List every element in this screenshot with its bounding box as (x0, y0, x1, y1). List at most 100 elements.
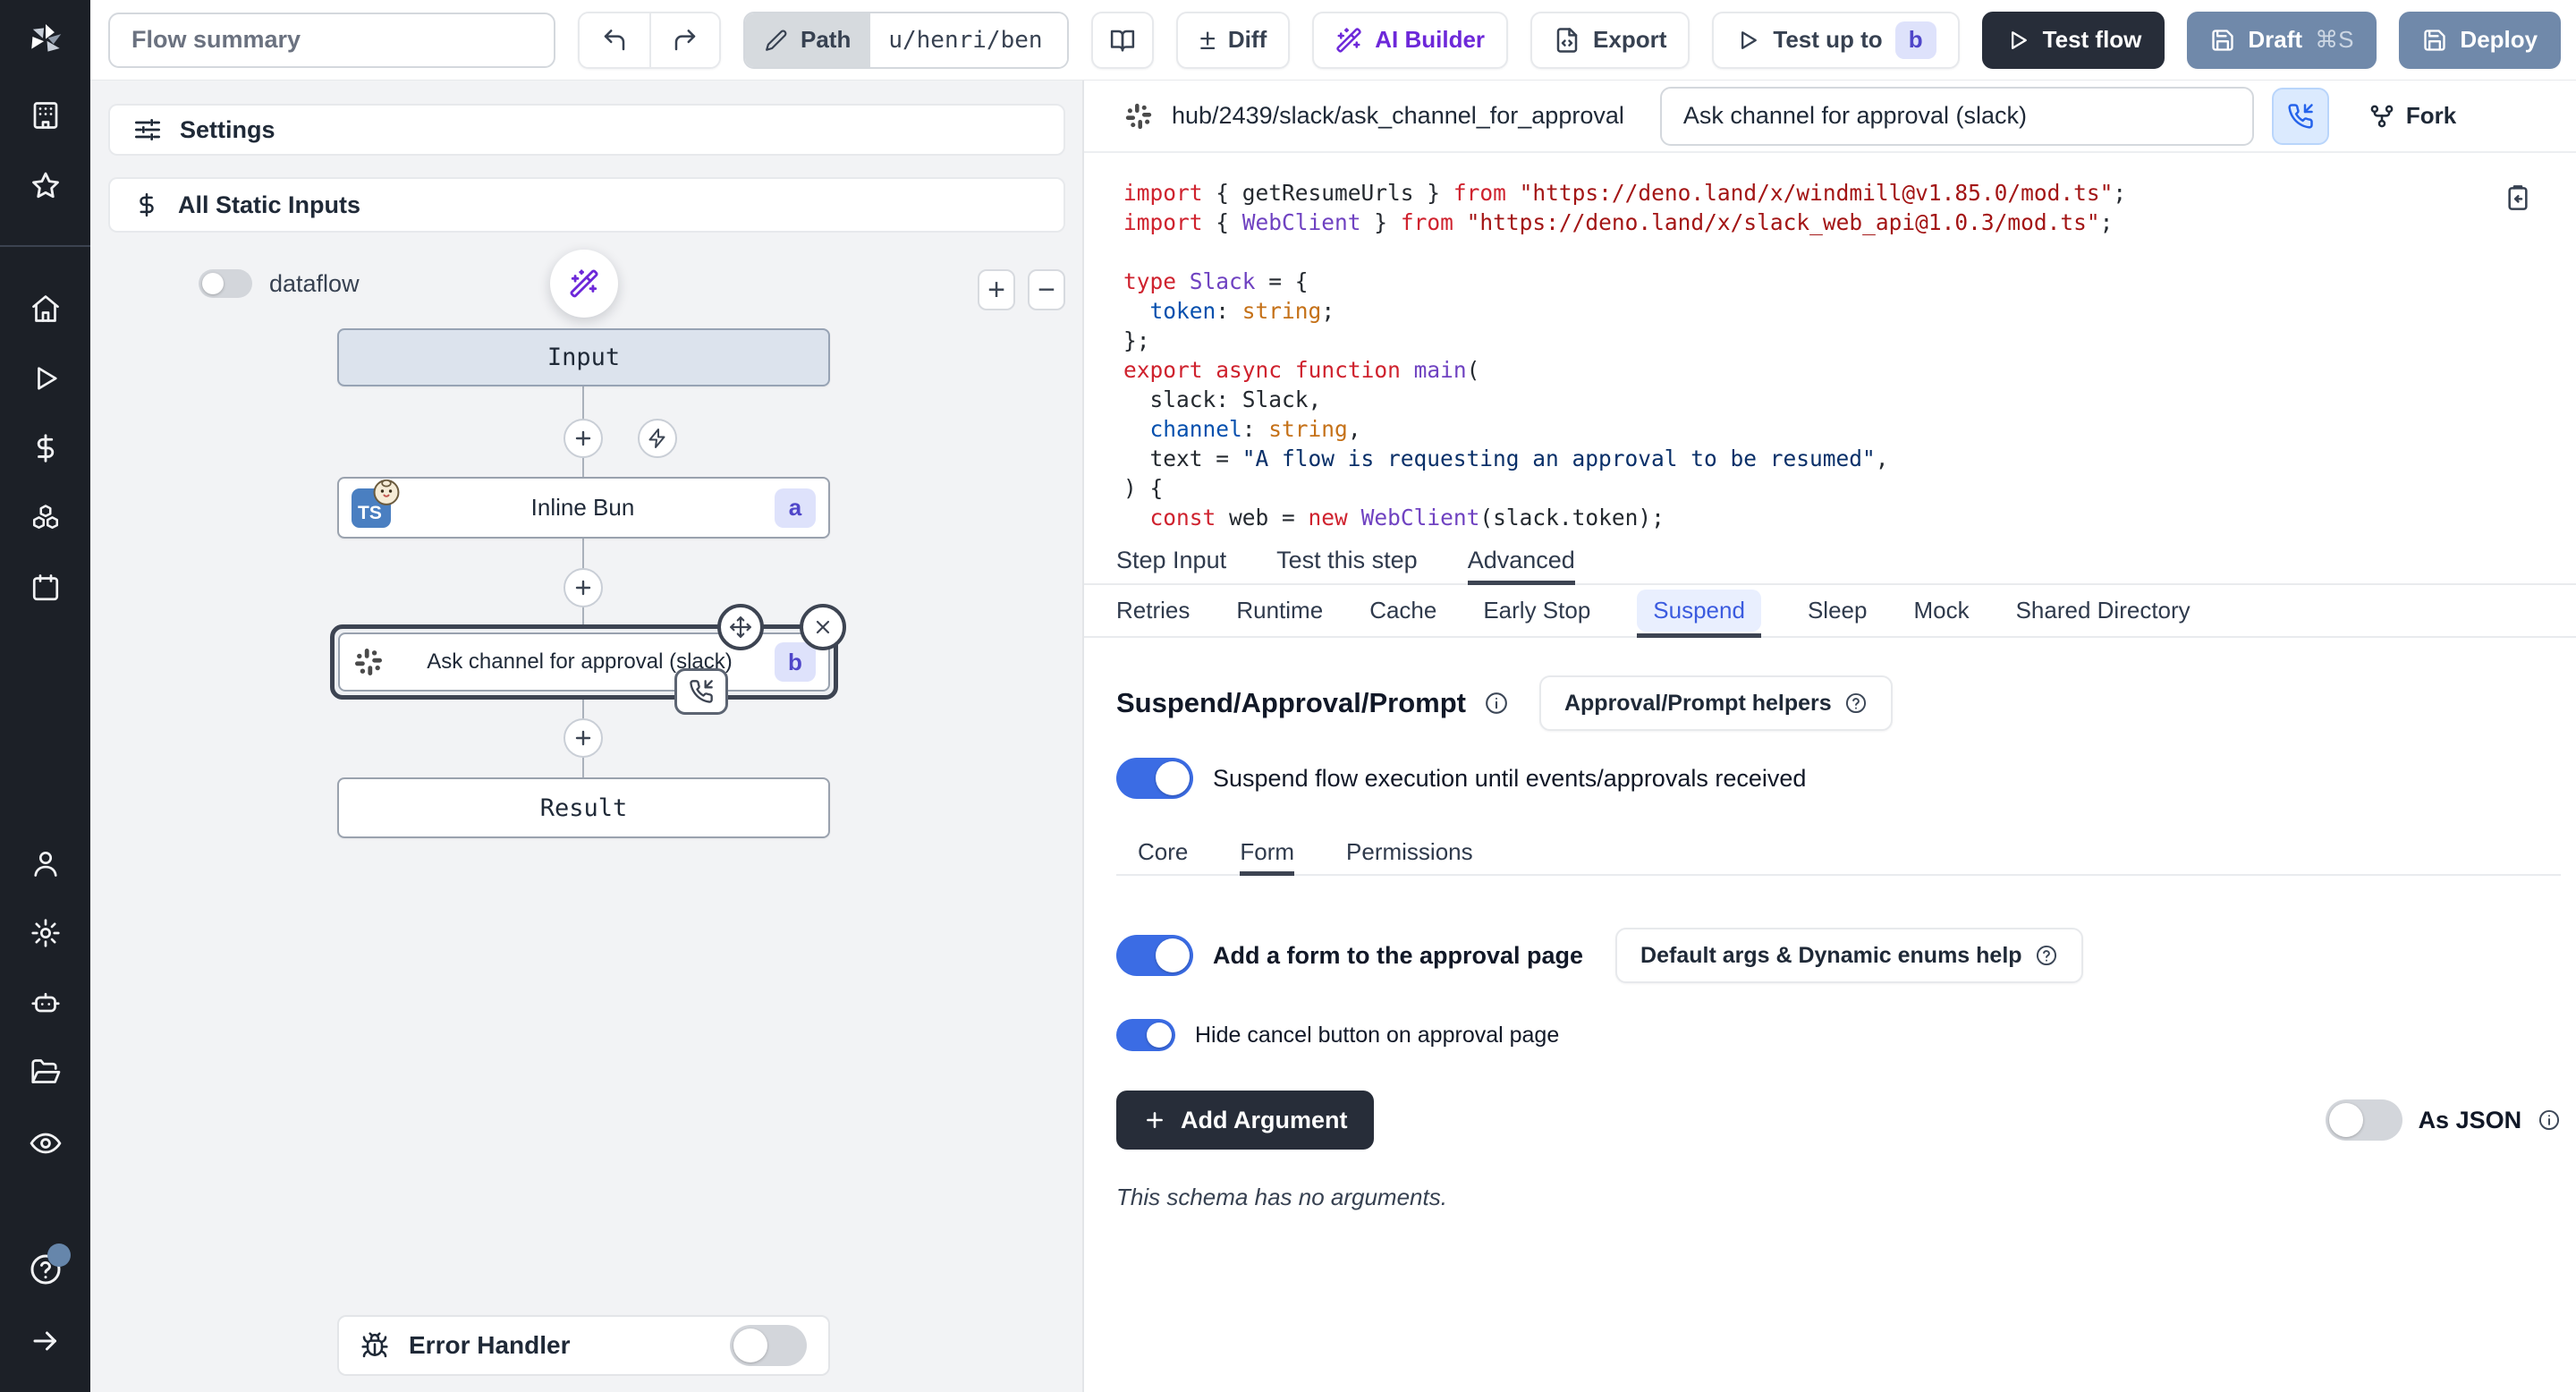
tab-core[interactable]: Core (1138, 829, 1188, 874)
diff-button[interactable]: ± Diff (1176, 12, 1290, 69)
flow-editor-panel: Settings All Static Inputs dataflow + − … (90, 81, 1084, 1392)
ai-flow-fab[interactable] (550, 250, 618, 318)
workers-robot-icon[interactable] (0, 968, 90, 1038)
draft-button[interactable]: Draft ⌘S (2187, 12, 2377, 69)
test-flow-button[interactable]: Test flow (1982, 12, 2165, 69)
export-button[interactable]: Export (1530, 12, 1690, 69)
step-detail-panel: hub/2439/slack/ask_channel_for_approval … (1084, 81, 2576, 1392)
trigger-zap-button[interactable] (638, 419, 677, 458)
left-nav-rail (0, 0, 90, 1392)
add-argument-button[interactable]: Add Argument (1116, 1091, 1374, 1150)
typescript-bun-icon: TS (352, 488, 391, 528)
save-icon (2210, 28, 2235, 53)
code-line: channel: string, (1123, 414, 2491, 444)
suspend-toggle[interactable] (1116, 758, 1193, 799)
runs-play-icon[interactable] (0, 344, 90, 413)
redo-button[interactable] (649, 13, 719, 67)
error-handler-card[interactable]: Error Handler (337, 1315, 830, 1376)
as-json-label: As JSON (2419, 1107, 2522, 1134)
tab-advanced[interactable]: Advanced (1468, 537, 1575, 583)
code-line: import { WebClient } from "https://deno.… (1123, 208, 2491, 237)
folders-icon[interactable] (0, 1038, 90, 1108)
tab-sleep[interactable]: Sleep (1808, 585, 1868, 636)
save-icon (2422, 28, 2447, 53)
close-icon (812, 616, 834, 638)
suspend-phone-badge (674, 668, 728, 715)
help-circle-icon (2035, 944, 2058, 967)
hide-cancel-toggle[interactable] (1116, 1019, 1175, 1051)
zoom-in-button[interactable]: + (978, 269, 1015, 310)
tab-mock[interactable]: Mock (1913, 585, 1969, 636)
tab-permissions[interactable]: Permissions (1346, 829, 1473, 874)
variables-dollar-icon[interactable] (0, 413, 90, 483)
tab-early-stop[interactable]: Early Stop (1483, 585, 1590, 636)
add-form-toggle[interactable] (1116, 935, 1193, 976)
sliders-icon (133, 115, 162, 144)
error-handler-toggle[interactable] (730, 1325, 807, 1366)
path-button[interactable]: Path (745, 13, 870, 67)
schema-book-button[interactable] (1091, 12, 1154, 69)
dataflow-toggle[interactable] (199, 269, 252, 298)
flow-node-input[interactable]: Input (337, 328, 830, 386)
suspend-indicator-button[interactable] (2272, 88, 2329, 145)
users-icon[interactable] (0, 828, 90, 898)
flow-node-inline-bun[interactable]: TS Inline Bun a (337, 477, 830, 539)
wand-icon (569, 268, 599, 299)
audit-eye-icon[interactable] (0, 1108, 90, 1179)
flow-settings-card[interactable]: Settings (108, 104, 1065, 156)
all-static-inputs-card[interactable]: All Static Inputs (108, 177, 1065, 233)
insert-step-button[interactable] (564, 718, 603, 758)
error-handler-label: Error Handler (409, 1331, 710, 1360)
ai-builder-button[interactable]: AI Builder (1312, 12, 1508, 69)
info-icon (2538, 1108, 2561, 1132)
insert-step-button[interactable] (564, 568, 603, 607)
zoom-out-button[interactable]: − (1028, 269, 1065, 310)
code-editor[interactable]: import { getResumeUrls } from "https://d… (1084, 153, 2576, 537)
tab-retries[interactable]: Retries (1116, 585, 1190, 636)
deploy-button[interactable]: Deploy (2399, 12, 2561, 69)
move-node-handle[interactable] (717, 604, 764, 650)
windmill-logo[interactable] (0, 0, 90, 81)
as-json-toggle[interactable] (2326, 1099, 2402, 1141)
help-question-icon[interactable] (0, 1233, 90, 1306)
tab-cache[interactable]: Cache (1369, 585, 1436, 636)
step-name-input[interactable] (1660, 87, 2254, 146)
tab-runtime[interactable]: Runtime (1236, 585, 1323, 636)
empty-schema-note: This schema has no arguments. (1116, 1184, 2561, 1211)
info-icon (1484, 691, 1509, 716)
plus-icon (1143, 1108, 1166, 1132)
fork-button[interactable]: Fork (2368, 102, 2456, 130)
undo-button[interactable] (580, 13, 649, 67)
tab-form[interactable]: Form (1240, 829, 1294, 874)
code-line: const web = new WebClient(slack.token); (1123, 503, 2491, 532)
rail-divider (0, 245, 90, 247)
default-args-help-button[interactable]: Default args & Dynamic enums help (1615, 928, 2083, 983)
copy-code-button[interactable] (2504, 183, 2532, 212)
tab-test-this-step[interactable]: Test this step (1276, 537, 1418, 583)
bug-icon (360, 1331, 389, 1360)
delete-node-button[interactable] (800, 604, 846, 650)
code-line: text = "A flow is requesting an approval… (1123, 444, 2491, 473)
tab-shared-directory[interactable]: Shared Directory (2016, 585, 2190, 636)
insert-step-button[interactable] (564, 419, 603, 458)
schedules-calendar-icon[interactable] (0, 553, 90, 623)
path-value-input[interactable]: u/henri/ben (870, 13, 1067, 67)
flow-node-approval-selected: Ask channel for approval (slack) b (330, 624, 838, 700)
tab-suspend[interactable]: Suspend (1637, 585, 1761, 636)
add-form-label: Add a form to the approval page (1213, 942, 1583, 970)
resources-boxes-icon[interactable] (0, 483, 90, 553)
home-icon[interactable] (0, 274, 90, 344)
tab-step-input[interactable]: Step Input (1116, 537, 1226, 583)
approval-prompt-helpers-button[interactable]: Approval/Prompt helpers (1539, 675, 1893, 731)
move-icon (729, 615, 752, 639)
test-up-to-button[interactable]: Test up to b (1712, 12, 1959, 69)
help-circle-icon (1844, 692, 1868, 715)
flow-summary-input[interactable] (108, 13, 555, 68)
code-line: ) { (1123, 473, 2491, 503)
code-line: slack: Slack, (1123, 385, 2491, 414)
expand-arrow-icon[interactable] (0, 1306, 90, 1376)
settings-gear-icon[interactable] (0, 898, 90, 968)
workspace-building-icon[interactable] (0, 81, 90, 150)
flow-node-result[interactable]: Result (337, 777, 830, 838)
favorites-star-icon[interactable] (0, 150, 90, 222)
